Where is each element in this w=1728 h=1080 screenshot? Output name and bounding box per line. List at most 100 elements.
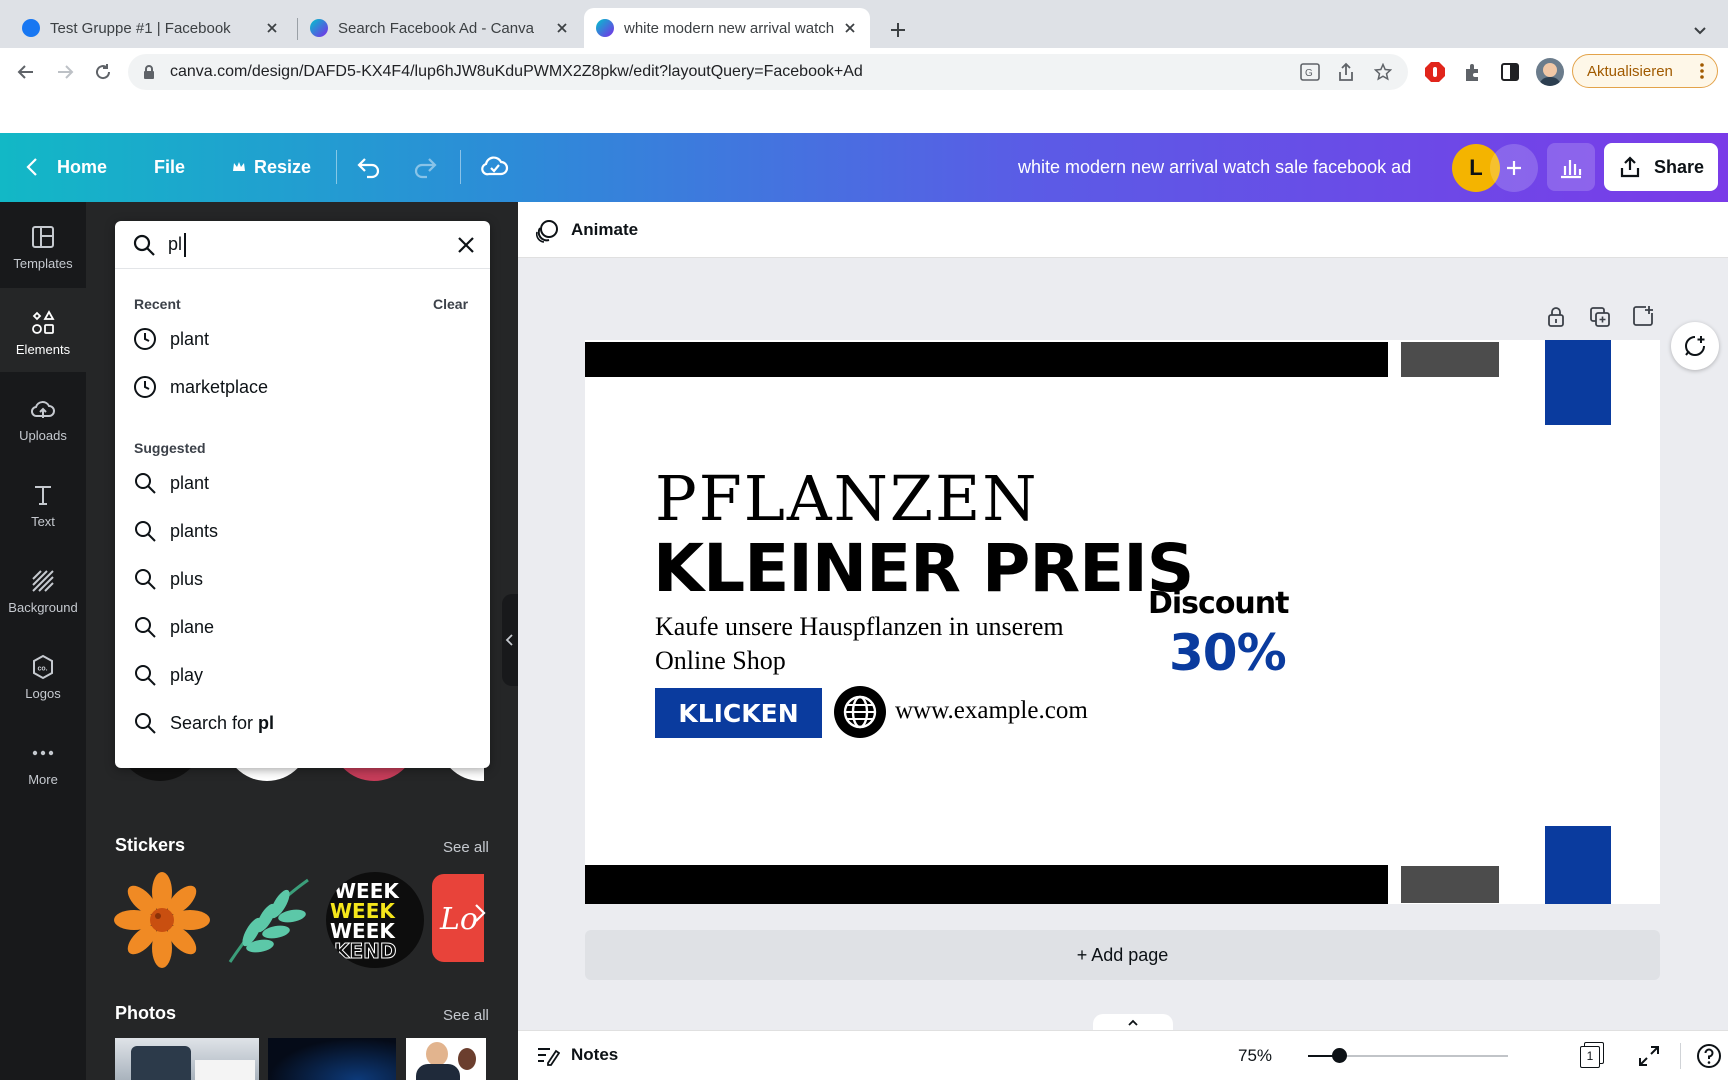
rail-item-uploads[interactable]: Uploads [0, 374, 86, 458]
share-button[interactable]: Share [1604, 143, 1718, 191]
undo-icon[interactable] [356, 155, 382, 179]
globe-icon[interactable] [834, 686, 886, 738]
design-website[interactable]: www.example.com [895, 697, 1088, 725]
stickers-see-all-link[interactable]: See all [443, 839, 489, 856]
bottom-blue-block[interactable] [1545, 826, 1611, 904]
clear-recent-button[interactable]: Clear [433, 296, 468, 312]
design-body-line-1[interactable]: Kaufe unsere Hauspflanzen in unserem [655, 610, 1064, 644]
suggested-search-item[interactable]: play [115, 651, 490, 699]
insights-button[interactable] [1547, 143, 1595, 191]
forward-arrow-icon[interactable] [55, 62, 75, 82]
design-page[interactable]: PFLANZEN KLEINER PREIS Kaufe unsere Haus… [585, 340, 1660, 904]
help-icon[interactable] [1696, 1043, 1722, 1069]
translate-icon[interactable]: G [1300, 63, 1320, 81]
tab-title: Test Gruppe #1 | Facebook [50, 19, 231, 37]
browser-tab-canva-design[interactable]: white modern new arrival watch sale face… [584, 8, 870, 48]
extensions-puzzle-icon[interactable] [1462, 61, 1484, 83]
photo-thumbnail[interactable] [268, 1038, 396, 1080]
add-page-button[interactable]: + Add page [585, 930, 1660, 980]
design-discount-label[interactable]: Discount [1148, 586, 1289, 621]
top-blue-block[interactable] [1545, 340, 1611, 425]
recent-search-item[interactable]: plant [115, 315, 490, 363]
suggested-search-label: plane [170, 616, 215, 637]
add-comment-button[interactable] [1671, 322, 1719, 370]
sticker-weekend-text[interactable]: WEEK WEEK WEEK KEND [326, 872, 424, 968]
photos-see-all-link[interactable]: See all [443, 1007, 489, 1024]
suggested-search-item[interactable]: plants [115, 507, 490, 555]
add-collaborator-button[interactable] [1490, 144, 1538, 192]
sticker-green-leaf[interactable] [220, 872, 316, 968]
top-black-bar[interactable] [585, 342, 1388, 377]
duplicate-page-icon[interactable] [1589, 306, 1611, 328]
recent-search-label: plant [170, 328, 210, 349]
back-arrow-icon[interactable] [16, 62, 36, 82]
rail-item-templates[interactable]: Templates [0, 202, 86, 286]
animate-icon[interactable] [534, 218, 560, 244]
adblock-extension-icon[interactable] [1424, 61, 1446, 83]
bookmark-star-icon[interactable] [1374, 63, 1392, 81]
file-menu-button[interactable]: File [154, 157, 185, 178]
browser-tab-canva-search[interactable]: Search Facebook Ad - Canva [298, 8, 582, 48]
lock-icon[interactable] [142, 64, 156, 80]
close-tab-icon[interactable] [554, 20, 570, 36]
rail-item-background[interactable]: Background [0, 546, 86, 630]
clear-search-icon[interactable] [456, 235, 476, 255]
bottom-black-bar[interactable] [585, 865, 1388, 904]
rail-item-logos[interactable]: co. Logos [0, 632, 86, 716]
suggested-search-item[interactable]: plant [115, 459, 490, 507]
share-page-icon[interactable] [1338, 62, 1354, 82]
photo-thumbnail[interactable] [115, 1038, 259, 1080]
fullscreen-icon[interactable] [1638, 1045, 1660, 1067]
redo-icon[interactable] [412, 155, 438, 179]
zoom-slider[interactable] [1308, 1048, 1508, 1063]
stickers-section-title: Stickers [115, 835, 186, 855]
chevron-right-icon[interactable] [473, 902, 487, 924]
rail-label: Logos [25, 686, 61, 701]
address-bar[interactable]: canva.com/design/DAFD5-KX4F4/lup6hJW8uKd… [128, 54, 1408, 90]
bar-chart-icon [1561, 160, 1582, 179]
rail-item-text[interactable]: Text [0, 460, 86, 544]
close-tab-icon[interactable] [264, 20, 280, 36]
cloud-saved-icon[interactable] [481, 153, 509, 179]
suggested-search-item[interactable]: plus [115, 555, 490, 603]
photo-thumbnail[interactable] [406, 1038, 486, 1080]
update-browser-button[interactable]: Aktualisieren [1572, 54, 1718, 88]
lock-page-icon[interactable] [1546, 306, 1566, 328]
page-count-button[interactable]: 1 [1580, 1042, 1604, 1068]
design-body-line-2[interactable]: Online Shop [655, 644, 786, 678]
rail-item-elements[interactable]: Elements [0, 288, 86, 372]
search-input[interactable]: pl [168, 234, 182, 255]
chevron-left-icon[interactable] [26, 157, 38, 177]
sticker-orange-flower[interactable] [114, 872, 210, 968]
design-title[interactable]: white modern new arrival watch sale face… [1018, 157, 1411, 178]
zoom-level[interactable]: 75% [1238, 1046, 1272, 1066]
add-page-icon[interactable] [1632, 305, 1654, 327]
notes-button[interactable]: Notes [571, 1045, 618, 1065]
zoom-slider-thumb[interactable] [1332, 1048, 1347, 1063]
design-discount-value[interactable]: 30% [1169, 624, 1287, 682]
design-cta-button[interactable]: KLICKEN [655, 688, 822, 738]
collapse-panel-handle[interactable] [502, 594, 518, 686]
design-subheadline[interactable]: KLEINER PREIS [653, 536, 1194, 602]
home-button[interactable]: Home [57, 157, 107, 178]
close-tab-icon[interactable] [842, 20, 858, 36]
recent-search-item[interactable]: marketplace [115, 363, 490, 411]
resize-button[interactable]: Resize [254, 157, 311, 178]
animate-button[interactable]: Animate [571, 220, 638, 240]
notes-icon[interactable] [536, 1045, 560, 1067]
browser-tab-facebook[interactable]: Test Gruppe #1 | Facebook [10, 8, 292, 48]
new-tab-icon[interactable] [888, 20, 908, 40]
suggested-search-item[interactable]: plane [115, 603, 490, 651]
search-for-item[interactable]: Search for pl [115, 699, 490, 747]
kebab-menu-icon[interactable] [1699, 62, 1705, 80]
url-text[interactable]: canva.com/design/DAFD5-KX4F4/lup6hJW8uKd… [170, 63, 863, 81]
rail-item-more[interactable]: More [0, 718, 86, 802]
tab-search-chevron-icon[interactable] [1692, 22, 1708, 38]
side-panel-icon[interactable] [1500, 62, 1520, 82]
bottom-grey-block[interactable] [1401, 866, 1499, 903]
reload-icon[interactable] [93, 62, 113, 82]
top-grey-block[interactable] [1401, 342, 1499, 377]
templates-icon [32, 226, 54, 248]
profile-avatar[interactable] [1536, 58, 1564, 86]
design-headline[interactable]: PFLANZEN [655, 468, 1039, 530]
